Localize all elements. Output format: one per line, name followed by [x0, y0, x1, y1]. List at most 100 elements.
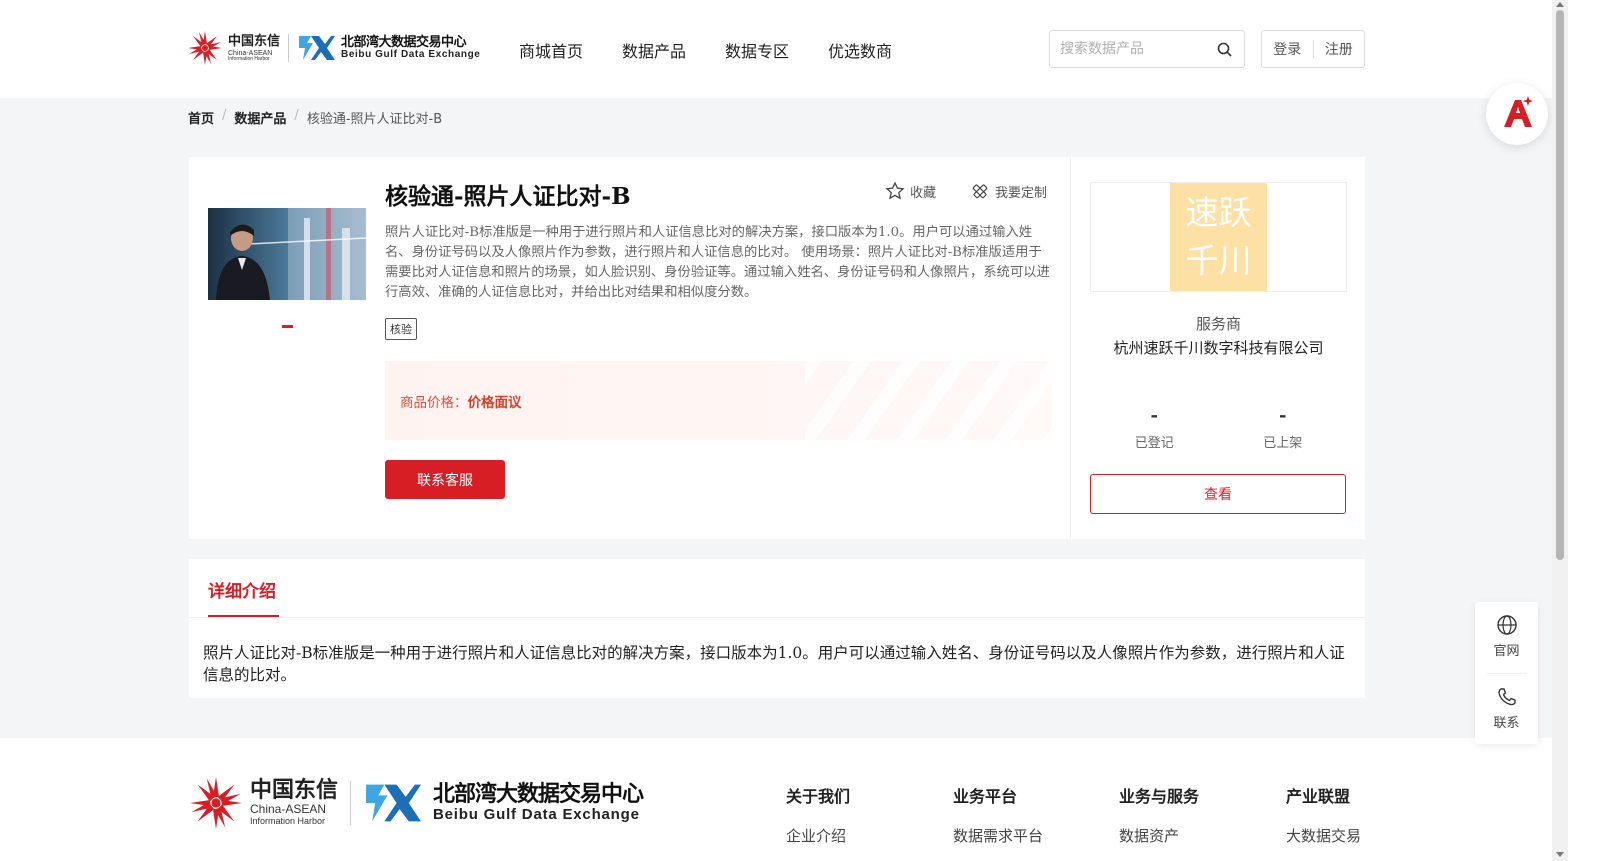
- footer-link[interactable]: 大数据交易: [1286, 825, 1361, 846]
- side-toolbar: 官网 联系: [1475, 602, 1538, 744]
- vendor-logo-mark: 速跃 千川: [1170, 183, 1267, 291]
- footer-column-heading: 关于我们: [786, 787, 851, 806]
- vendor-logo: 速跃 千川: [1090, 182, 1347, 292]
- footer-link[interactable]: 数据需求平台: [953, 825, 1043, 846]
- phone-icon: [1497, 688, 1516, 706]
- vendor-logo-line1: 速跃: [1185, 193, 1252, 232]
- star-icon: [885, 181, 905, 200]
- main-nav: 商城首页 数据产品 数据专区 优选数商: [519, 38, 892, 62]
- customize-label: 我要定制: [995, 185, 1048, 201]
- website-label: 官网: [1493, 644, 1520, 659]
- product-card: 核验通-照片人证比对-B 收藏 我要定制 照片人证比对-B标准版是一种用于进行照…: [189, 157, 1365, 539]
- tab-detail-intro[interactable]: 详细介绍: [208, 577, 276, 602]
- footer-column-about: 关于我们 企业介绍: [786, 783, 850, 846]
- product-actions: 收藏 我要定制: [885, 181, 1047, 201]
- footer-partner-subtitle-en: Information Harbor: [250, 816, 326, 826]
- ai-assistant-button[interactable]: [1486, 83, 1548, 145]
- contact-label: 联系: [1493, 716, 1520, 731]
- website-button[interactable]: 官网: [1475, 614, 1538, 659]
- nav-item-preferred-vendors[interactable]: 优选数商: [828, 38, 892, 62]
- site-header: 中国东信 China-ASEAN Information Harbor 北部湾大…: [0, 0, 1552, 98]
- globe-icon: [1496, 615, 1517, 635]
- register-button[interactable]: 注册: [1314, 39, 1365, 59]
- tab-bar-divider: [189, 617, 1365, 618]
- price-panel-decoration: [805, 361, 1052, 440]
- side-toolbar-divider: [1487, 673, 1527, 674]
- footer-column-heading: 产业联盟: [1286, 787, 1351, 806]
- product-thumbnail: [208, 208, 366, 300]
- page-scrollbar[interactable]: [1552, 0, 1568, 861]
- scroll-down-arrow-icon[interactable]: [1556, 852, 1564, 857]
- breadcrumb-separator: /: [294, 108, 299, 123]
- card-divider: [1070, 157, 1071, 539]
- thumbnail-indicator: [282, 325, 293, 328]
- customize-button[interactable]: 我要定制: [970, 181, 1047, 201]
- nav-item-data-products[interactable]: 数据产品: [622, 38, 686, 62]
- footer-column-alliance: 产业联盟 大数据交易: [1286, 783, 1361, 846]
- brand-name-en: Beibu Gulf Data Exchange: [341, 48, 481, 60]
- nav-item-mall-home[interactable]: 商城首页: [519, 38, 583, 62]
- breadcrumb-current: 核验通-照片人证比对-B: [306, 112, 443, 127]
- china-asean-emblem-icon: [190, 777, 242, 829]
- favorite-button[interactable]: 收藏: [885, 181, 936, 201]
- stat-registered-value: -: [1150, 405, 1158, 426]
- search-icon[interactable]: [1217, 42, 1232, 57]
- stat-registered: - 已登记: [1090, 405, 1219, 451]
- product-title: 核验通-照片人证比对-B: [385, 183, 631, 210]
- favorite-label: 收藏: [910, 185, 937, 201]
- brand-name-cn: 北部湾大数据交易中心: [341, 34, 467, 50]
- price-text: 商品价格：价格面议: [400, 391, 522, 411]
- contact-button[interactable]: 联系: [1475, 686, 1538, 731]
- site-footer: 中国东信 China-ASEAN Information Harbor 北部湾大…: [0, 738, 1552, 861]
- logo-divider: [288, 34, 290, 62]
- footer-partner-name-en: China-ASEAN: [250, 802, 327, 816]
- scroll-up-arrow-icon[interactable]: [1556, 2, 1564, 7]
- stat-registered-label: 已登记: [1134, 436, 1174, 451]
- price-value: 价格面议: [467, 395, 522, 411]
- login-button[interactable]: 登录: [1262, 39, 1313, 59]
- partner-name-cn: 中国东信: [228, 33, 281, 49]
- view-vendor-button[interactable]: 查看: [1090, 474, 1346, 514]
- breadcrumb-category[interactable]: 数据产品: [234, 108, 286, 127]
- price-panel: 商品价格：价格面议: [385, 361, 1052, 440]
- stat-listed: - 已上架: [1219, 405, 1348, 451]
- customize-icon: [972, 184, 988, 199]
- site-logo[interactable]: 中国东信 China-ASEAN Information Harbor 北部湾大…: [188, 28, 480, 68]
- footer-column-services: 业务与服务 数据资产: [1119, 783, 1199, 846]
- china-asean-emblem-icon: [188, 31, 222, 65]
- footer-column-heading: 业务与服务: [1119, 787, 1200, 806]
- partner-subtitle-en: Information Harbor: [228, 55, 270, 62]
- auth-box: 登录 注册: [1261, 30, 1365, 68]
- contact-service-button[interactable]: 联系客服: [385, 460, 505, 499]
- window-edge: [1568, 0, 1600, 861]
- footer-link[interactable]: 企业介绍: [786, 825, 850, 846]
- detail-section: 详细介绍 照片人证比对-B标准版是一种用于进行照片和人证信息比对的解决方案，接口…: [189, 559, 1365, 698]
- footer-brand-name-en: Beibu Gulf Data Exchange: [433, 805, 640, 823]
- beibu-gulf-logo-icon: [366, 784, 422, 822]
- beibu-gulf-logo-icon: [299, 36, 336, 60]
- ai-assistant-icon: [1504, 96, 1533, 127]
- vendor-role: 服务商: [1195, 315, 1241, 333]
- footer-column-heading: 业务平台: [953, 787, 1018, 806]
- search-box: [1049, 30, 1245, 68]
- search-input[interactable]: [1060, 31, 1210, 67]
- footer-partner-name-cn: 中国东信: [250, 778, 339, 803]
- footer-logo-divider: [350, 781, 352, 825]
- detail-body: 照片人证比对-B标准版是一种用于进行照片和人证信息比对的解决方案，接口版本为1.…: [203, 644, 1345, 684]
- nav-item-data-zone[interactable]: 数据专区: [725, 38, 789, 62]
- tab-active-indicator: [208, 615, 279, 617]
- footer-link[interactable]: 数据资产: [1119, 825, 1199, 846]
- product-description: 照片人证比对-B标准版是一种用于进行照片和人证信息比对的解决方案，接口版本为1.…: [385, 225, 1050, 300]
- footer-column-platform: 业务平台 数据需求平台: [953, 783, 1043, 846]
- footer-logo[interactable]: 中国东信 China-ASEAN Information Harbor 北部湾大…: [188, 774, 644, 832]
- product-tag: 核验: [385, 318, 417, 340]
- breadcrumb-home[interactable]: 首页: [188, 108, 214, 127]
- stat-listed-label: 已上架: [1263, 436, 1303, 451]
- vendor-logo-line2: 千川: [1185, 241, 1252, 280]
- stat-listed-value: -: [1279, 405, 1287, 426]
- scrollbar-thumb[interactable]: [1556, 10, 1564, 560]
- breadcrumb-separator: /: [222, 108, 227, 123]
- footer-brand-name-cn: 北部湾大数据交易中心: [433, 781, 644, 807]
- price-label: 商品价格：: [400, 395, 468, 411]
- vendor-name: 杭州速跃千川数字科技有限公司: [1113, 339, 1324, 357]
